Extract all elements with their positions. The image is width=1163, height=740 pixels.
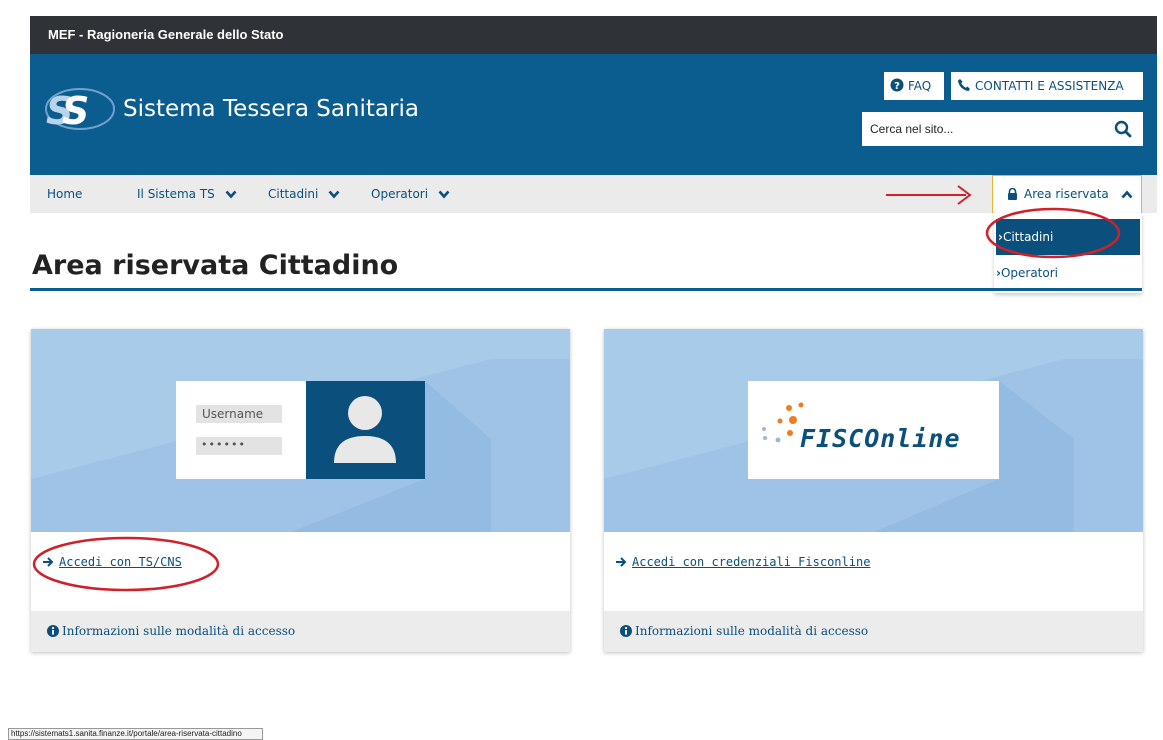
chevron-down-icon xyxy=(225,190,237,199)
login-fisconline-label: Accedi con credenziali Fisconline xyxy=(632,555,871,569)
main-nav: Home Il Sistema TS Cittadini Operatori A… xyxy=(30,175,1157,213)
access-info-label: Informazioni sulle modalità di accesso xyxy=(62,624,296,638)
status-bar-url: https://sistemats1.sanita.finanze.it/por… xyxy=(8,728,263,740)
sts-logo-icon[interactable]: S S xyxy=(38,84,118,134)
login-ts-cns-label: Accedi con TS/CNS xyxy=(59,555,182,569)
nav-operatori[interactable]: Operatori xyxy=(371,175,450,213)
contacts-label: CONTATTI E ASSISTENZA xyxy=(975,79,1124,93)
svg-text:?: ? xyxy=(894,81,900,92)
search-button[interactable] xyxy=(1103,112,1143,146)
lock-icon xyxy=(1008,188,1017,200)
reserved-area-label: Area riservata xyxy=(1024,187,1109,201)
access-info-label: Informazioni sulle modalità di accesso xyxy=(635,624,869,638)
page-title: Area riservata Cittadino xyxy=(32,250,399,281)
svg-text:S: S xyxy=(62,89,89,133)
contacts-button[interactable]: CONTATTI E ASSISTENZA xyxy=(951,72,1143,100)
nav-cittadini[interactable]: Cittadini xyxy=(268,175,340,213)
title-divider xyxy=(30,288,1142,291)
arrow-right-icon xyxy=(616,557,627,567)
dropdown-item-cittadini[interactable]: ›Cittadini xyxy=(996,219,1140,255)
dropdown-item-label: Operatori xyxy=(1000,266,1058,280)
chevron-down-icon xyxy=(438,190,450,199)
info-circle-icon xyxy=(47,625,59,637)
login-card-fisconline: FISCOnline Accedi con credenziali Fiscon… xyxy=(604,329,1143,652)
chevron-down-icon xyxy=(328,190,340,199)
chevron-up-icon xyxy=(1121,190,1133,199)
nav-home-label: Home xyxy=(47,187,83,201)
nav-operatori-label: Operatori xyxy=(371,187,429,201)
reserved-area-dropdown: ›Cittadini ›Operatori xyxy=(994,213,1142,293)
nav-il-sistema-ts[interactable]: Il Sistema TS xyxy=(137,175,237,213)
login-fisconline-link[interactable]: Accedi con credenziali Fisconline xyxy=(616,555,870,569)
card-footer: Informazioni sulle modalità di accesso xyxy=(604,611,1143,652)
fisconline-logo: FISCOnline xyxy=(800,424,961,453)
card-illustration: Username •••••• xyxy=(31,329,570,532)
faq-label: FAQ xyxy=(908,79,932,93)
password-field-mask: •••••• xyxy=(201,438,246,451)
nav-il-sistema-ts-label: Il Sistema TS xyxy=(137,187,215,201)
nav-home[interactable]: Home xyxy=(47,175,82,213)
question-circle-icon: ? xyxy=(890,78,904,92)
username-field-label: Username xyxy=(202,407,264,421)
phone-icon xyxy=(958,79,970,91)
card-footer: Informazioni sulle modalità di accesso xyxy=(31,611,570,652)
top-bar: MEF - Ragioneria Generale dello Stato xyxy=(30,16,1157,54)
arrow-right-icon xyxy=(43,557,54,567)
login-card-ts-cns: Username •••••• Accedi con TS/CNS Inform… xyxy=(31,329,570,652)
nav-cittadini-label: Cittadini xyxy=(268,187,319,201)
access-info-link[interactable]: Informazioni sulle modalità di accesso xyxy=(47,624,295,638)
card-illustration: FISCOnline xyxy=(604,329,1143,532)
login-ts-cns-link[interactable]: Accedi con TS/CNS xyxy=(43,555,182,569)
info-circle-icon xyxy=(620,625,632,637)
search-box xyxy=(862,112,1143,146)
site-header: S S Sistema Tessera Sanitaria ? FAQ CONT… xyxy=(30,54,1157,175)
site-name[interactable]: Sistema Tessera Sanitaria xyxy=(123,96,419,122)
dropdown-item-operatori[interactable]: ›Operatori xyxy=(994,255,1142,291)
access-info-link[interactable]: Informazioni sulle modalità di accesso xyxy=(620,624,868,638)
faq-button[interactable]: ? FAQ xyxy=(884,72,944,100)
reserved-area-button[interactable]: Area riservata xyxy=(992,175,1142,213)
search-icon xyxy=(1114,120,1132,138)
ministry-title: MEF - Ragioneria Generale dello Stato xyxy=(48,27,284,42)
search-input[interactable] xyxy=(862,112,1100,146)
dropdown-item-label: Cittadini xyxy=(1002,230,1054,244)
